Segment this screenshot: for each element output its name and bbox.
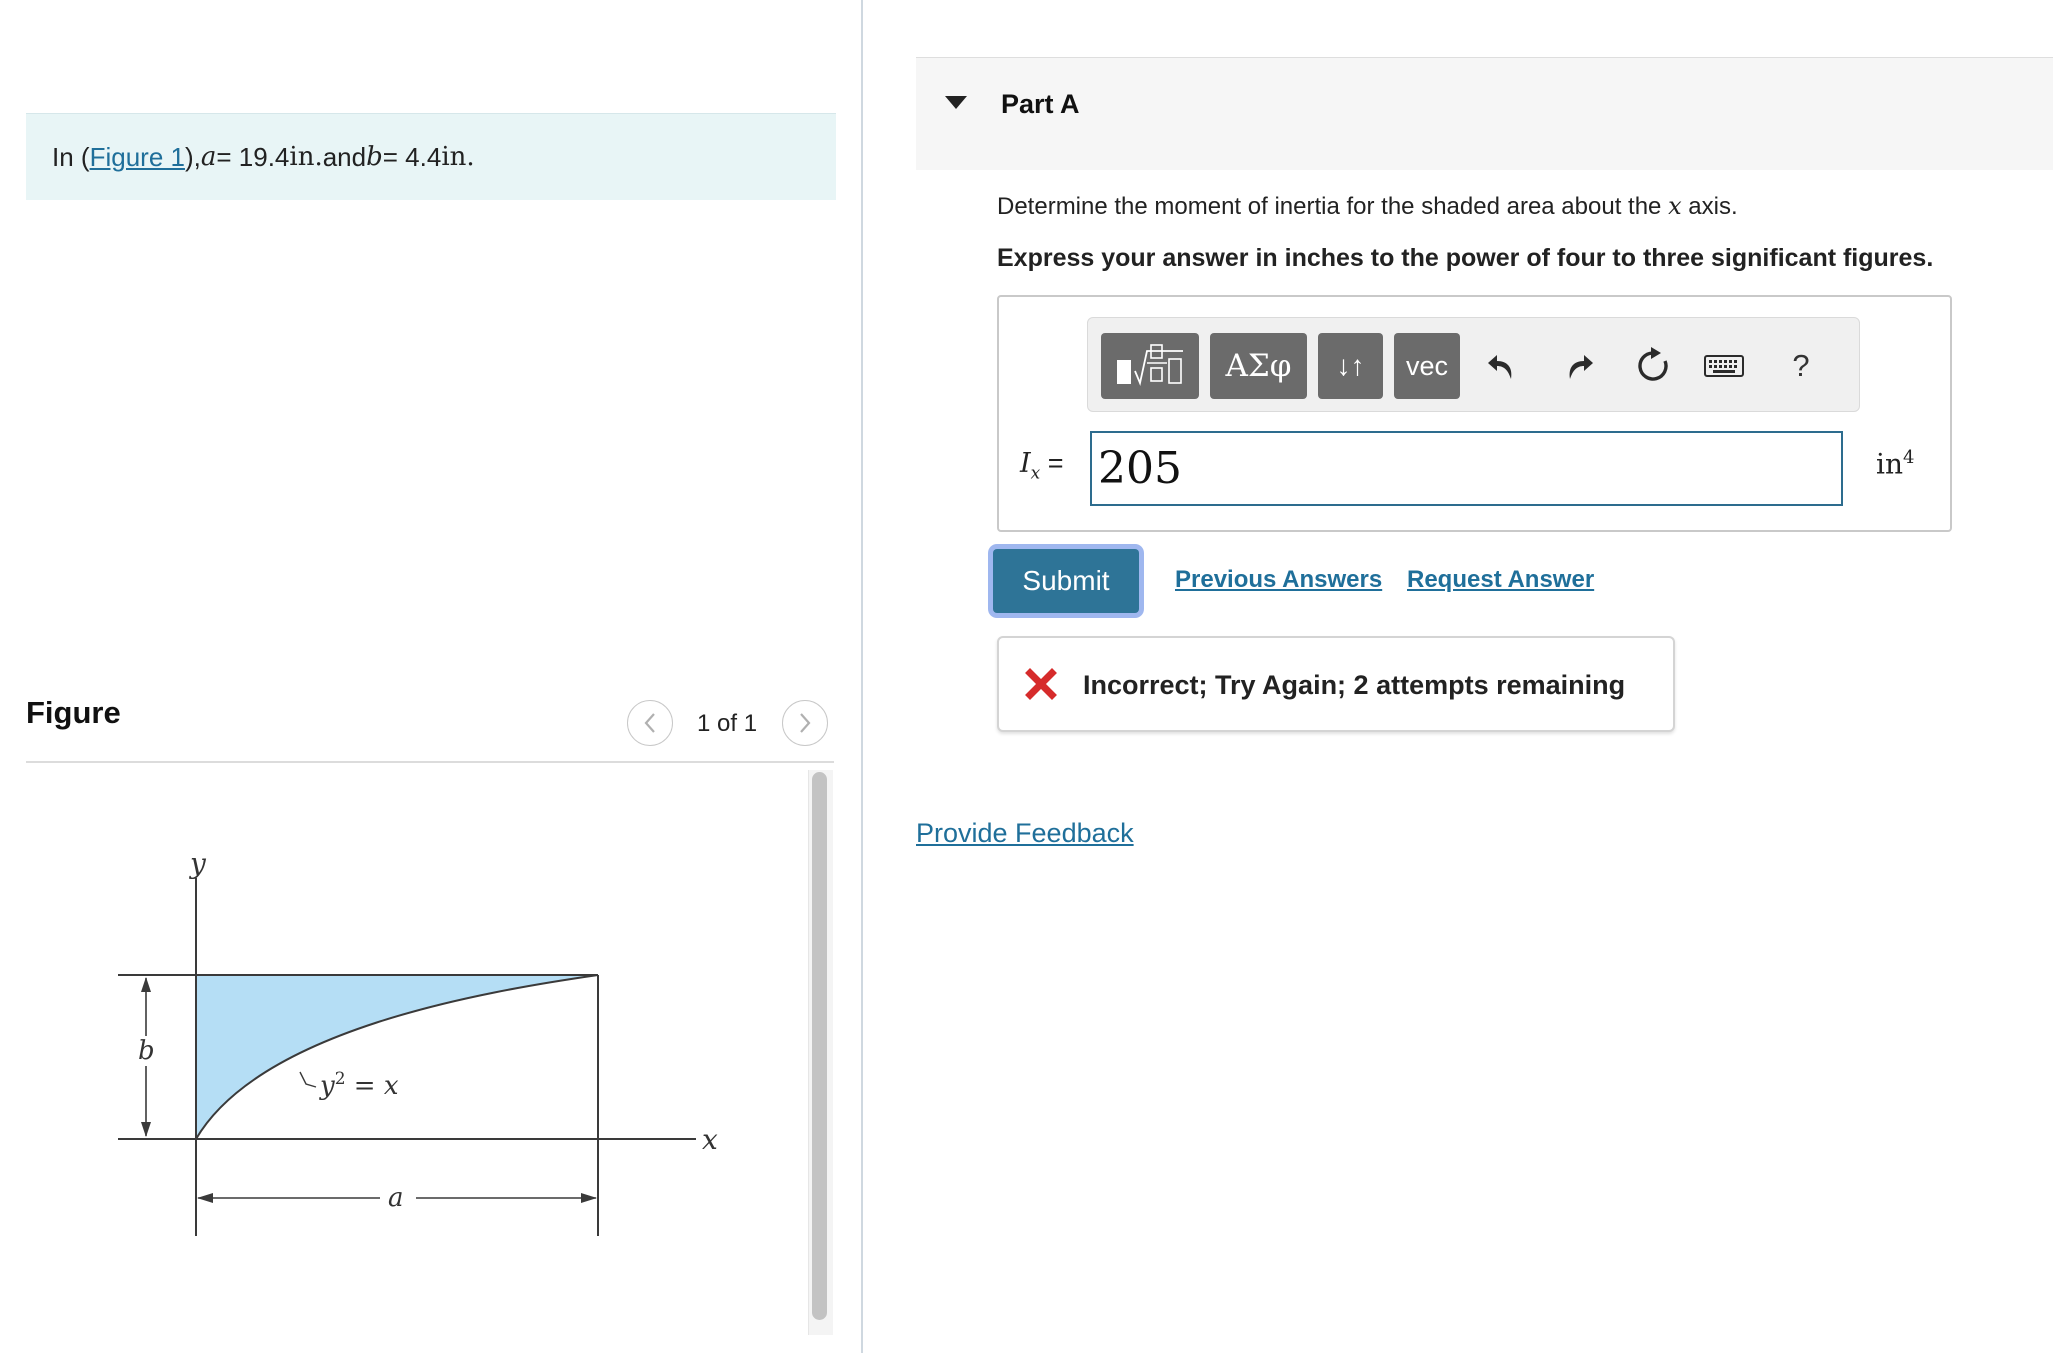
b-arrow-bottom xyxy=(141,1122,151,1137)
figure-prev-button[interactable] xyxy=(627,700,673,746)
question-variable: x xyxy=(1668,192,1682,220)
vector-button[interactable]: vec xyxy=(1394,333,1460,399)
feedback-text: Incorrect; Try Again; 2 attempts remaini… xyxy=(1083,670,1626,700)
submit-button[interactable]: Submit xyxy=(993,549,1139,613)
curve-eq-rest: = x xyxy=(346,1071,399,1101)
intro-suffix: ), xyxy=(184,141,201,172)
unit-b: in. xyxy=(441,142,475,172)
request-answer-link[interactable]: Request Answer xyxy=(1407,566,1594,594)
b-label: b xyxy=(138,1036,155,1066)
figure-divider xyxy=(26,761,834,763)
variable-b: b xyxy=(366,142,383,172)
figure-scrollbar-thumb[interactable] xyxy=(812,772,827,1320)
answer-units: in4 xyxy=(1876,447,1914,480)
page: In (Figure 1), a = 19.4 in. and b = 4.4 … xyxy=(0,0,2053,1353)
chevron-left-icon xyxy=(644,713,655,733)
previous-answers-link[interactable]: Previous Answers xyxy=(1175,566,1382,594)
intro-and: and xyxy=(322,141,367,172)
curve-eq-exp: 2 xyxy=(335,1069,346,1089)
answer-label-var: I xyxy=(1020,448,1031,479)
undo-button[interactable] xyxy=(1479,340,1525,392)
part-title: Part A xyxy=(1001,89,1080,119)
figure-diagram: y x b a y2 = x xyxy=(118,847,718,1236)
figure-next-button[interactable] xyxy=(782,700,828,746)
left-pane: In (Figure 1), a = 19.4 in. and b = 4.4 … xyxy=(0,0,862,1353)
redo-button[interactable] xyxy=(1556,340,1602,392)
a-arrow-right xyxy=(581,1193,597,1203)
help-button[interactable]: ? xyxy=(1778,340,1824,392)
question-text: Determine the moment of inertia for the … xyxy=(997,192,1738,221)
answer-instruction: Express your answer in inches to the pow… xyxy=(997,244,1934,272)
reset-button[interactable] xyxy=(1630,340,1676,392)
caret-down-icon[interactable] xyxy=(945,96,967,109)
answer-label: Ix = xyxy=(1020,448,1064,483)
chevron-right-icon xyxy=(800,713,811,733)
redo-icon xyxy=(1569,355,1593,379)
unit-a: in. xyxy=(289,142,323,172)
templates-button[interactable] xyxy=(1101,333,1199,399)
curve-equation: y2 = x xyxy=(319,1069,399,1101)
variable-a: a xyxy=(200,142,217,172)
question-prefix: Determine the moment of inertia for the … xyxy=(997,193,1669,220)
arrows-button[interactable]: ↓↑ xyxy=(1318,333,1383,399)
answer-label-eq: = xyxy=(1040,448,1064,478)
close-x-icon xyxy=(1025,668,1057,700)
answer-label-sub: x xyxy=(1030,463,1041,484)
question-suffix: axis. xyxy=(1681,193,1738,220)
part-a-header[interactable] xyxy=(916,57,2053,170)
b-arrow-top xyxy=(141,977,151,992)
curve-eq-y: y xyxy=(319,1071,335,1101)
figure-title: Figure xyxy=(26,695,121,730)
value-a: = 19.4 xyxy=(216,141,290,172)
curve-leader xyxy=(299,1071,317,1088)
answer-input[interactable]: 205 xyxy=(1090,431,1843,506)
value-b: = 4.4 xyxy=(382,141,442,172)
answer-units-base: in xyxy=(1876,447,1903,481)
a-label: a xyxy=(388,1183,404,1213)
intro-prefix: In ( xyxy=(52,141,90,172)
problem-statement: In (Figure 1), a = 19.4 in. and b = 4.4 … xyxy=(26,113,836,200)
y-axis-label: y xyxy=(188,847,207,880)
pane-divider xyxy=(861,0,863,1353)
answer-units-exp: 4 xyxy=(1903,447,1915,468)
x-axis-label: x xyxy=(702,1123,718,1156)
templates-icon xyxy=(1117,344,1183,386)
figure-link[interactable]: Figure 1 xyxy=(90,142,185,173)
figure-counter: 1 of 1 xyxy=(697,710,758,737)
reset-icon xyxy=(1638,347,1668,381)
greek-symbols-button[interactable]: ΑΣφ xyxy=(1210,333,1307,399)
a-arrow-left xyxy=(197,1193,213,1203)
keyboard-button[interactable] xyxy=(1701,340,1747,392)
undo-icon xyxy=(1488,355,1512,379)
keyboard-icon xyxy=(1704,355,1744,377)
shaded-area xyxy=(196,975,598,1139)
provide-feedback-link[interactable]: Provide Feedback xyxy=(916,818,1134,849)
